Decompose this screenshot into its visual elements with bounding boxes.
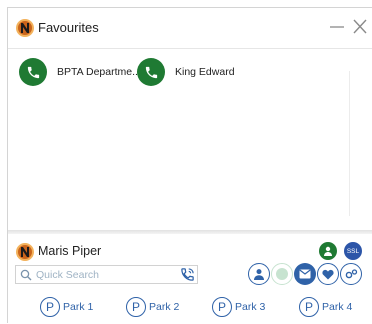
park-button-1[interactable]: P Park 1 (40, 296, 93, 318)
mail-icon (299, 269, 311, 279)
park-label: Park 3 (235, 301, 266, 313)
voicemail-button[interactable] (294, 263, 316, 285)
window-title: Favourites (38, 20, 99, 35)
presence-button[interactable] (319, 242, 337, 260)
quick-search-input[interactable] (36, 267, 166, 282)
contacts-button[interactable] (248, 263, 270, 285)
close-icon (353, 19, 367, 34)
park-icon: P (126, 297, 146, 317)
phone-icon (137, 58, 165, 86)
park-label: Park 2 (149, 301, 180, 313)
minimize-icon (330, 26, 344, 28)
heart-icon (322, 269, 334, 279)
favourite-item-king-edward[interactable]: King Edward (137, 57, 235, 87)
user-logo-icon (16, 243, 34, 261)
park-icon: P (40, 297, 60, 317)
park-button-3[interactable]: P Park 3 (212, 296, 265, 318)
gears-icon (345, 269, 357, 279)
title-bar: Favourites (8, 8, 372, 49)
favourites-button[interactable] (317, 263, 339, 285)
park-icon: P (212, 297, 232, 317)
app-logo-icon (16, 19, 34, 37)
scrollbar-track[interactable] (349, 71, 350, 216)
park-label: Park 1 (63, 301, 94, 313)
dial-icon[interactable] (180, 267, 195, 282)
favourite-label: BPTA Departme... (57, 66, 141, 78)
quick-search-box (15, 265, 198, 284)
favourite-label: King Edward (175, 66, 235, 78)
phone-icon (19, 58, 47, 86)
ssl-badge-label: SSL (346, 247, 360, 255)
favourites-window: Favourites BPTA Departme... King Edward … (7, 7, 372, 323)
user-icon (254, 269, 264, 280)
presence-disabled-button[interactable] (271, 263, 293, 285)
park-button-2[interactable]: P Park 2 (126, 296, 179, 318)
ssl-badge: SSL (344, 242, 362, 260)
minimize-button[interactable] (326, 16, 348, 38)
status-dot-icon (276, 268, 288, 280)
user-panel: Maris Piper SSL Quick Search P Park 1 P … (8, 234, 372, 324)
search-icon (20, 269, 32, 281)
user-name: Maris Piper (38, 244, 102, 258)
park-label: Park 4 (322, 301, 353, 313)
park-button-4[interactable]: P Park 4 (299, 296, 352, 318)
user-icon (324, 246, 332, 256)
park-icon: P (299, 297, 319, 317)
favourites-list: BPTA Departme... King Edward (8, 49, 372, 234)
favourite-item-bpta[interactable]: BPTA Departme... (19, 57, 141, 87)
close-button[interactable] (349, 16, 371, 38)
settings-button[interactable] (340, 263, 362, 285)
